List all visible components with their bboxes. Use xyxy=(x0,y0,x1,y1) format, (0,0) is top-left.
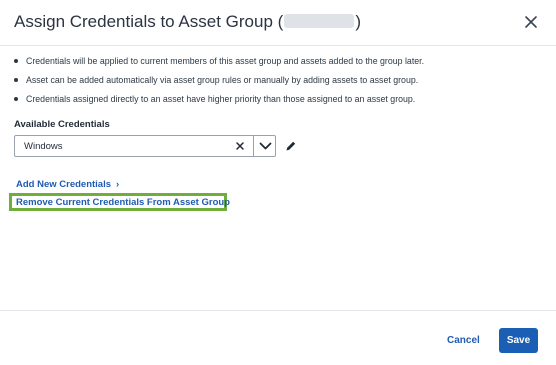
cancel-button[interactable]: Cancel xyxy=(447,335,480,346)
select-divider xyxy=(253,136,254,156)
credentials-select[interactable]: Windows xyxy=(14,135,276,157)
close-icon[interactable] xyxy=(520,11,542,33)
bullet-item: Asset can be added automatically via ass… xyxy=(12,74,424,93)
dialog-title-text: Assign Credentials to Asset Group xyxy=(14,12,273,31)
dialog-title: Assign Credentials to Asset Group () xyxy=(14,12,361,32)
dialog-title-open-paren: ( xyxy=(277,12,284,31)
remove-current-credentials-link[interactable]: Remove Current Credentials From Asset Gr… xyxy=(16,197,230,208)
redacted-group-name xyxy=(284,14,355,28)
dialog-title-close-paren: ) xyxy=(355,12,361,31)
pencil-icon[interactable] xyxy=(285,140,297,152)
bullet-item: Credentials assigned directly to an asse… xyxy=(12,93,424,112)
info-bullets: Credentials will be applied to current m… xyxy=(12,55,424,112)
dialog-header: Assign Credentials to Asset Group () xyxy=(0,0,556,46)
dialog-footer: Cancel Save xyxy=(0,310,556,365)
clear-icon[interactable] xyxy=(233,139,247,153)
available-credentials-label: Available Credentials xyxy=(14,119,110,130)
bullet-item: Credentials will be applied to current m… xyxy=(12,55,424,74)
chevron-down-icon[interactable] xyxy=(258,139,273,153)
credentials-select-value: Windows xyxy=(24,141,63,152)
assign-credentials-dialog: Assign Credentials to Asset Group () Cre… xyxy=(0,0,556,364)
add-new-credentials-label: Add New Credentials xyxy=(16,179,112,190)
save-button[interactable]: Save xyxy=(499,328,538,353)
chevron-right-icon: › xyxy=(116,179,120,190)
add-new-credentials-link[interactable]: Add New Credentials › xyxy=(16,179,119,190)
